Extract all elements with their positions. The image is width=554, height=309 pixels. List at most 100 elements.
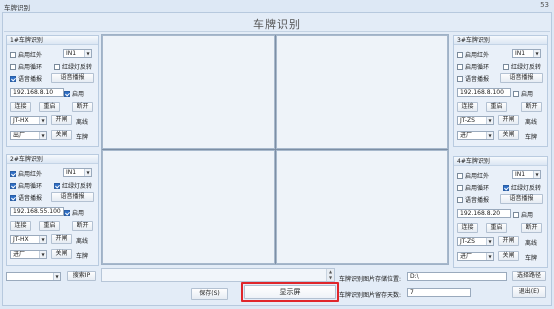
checkbox-icon[interactable] — [457, 172, 463, 179]
restart-button[interactable]: 重启 — [486, 102, 507, 112]
open-gate-button[interactable]: 开闸 — [51, 115, 72, 125]
close-gate-button[interactable]: 关闸 — [51, 130, 72, 140]
disconnect-button[interactable]: 断开 — [521, 102, 542, 112]
enable-checkbox[interactable]: 启用 — [513, 210, 533, 219]
chevron-down-icon[interactable]: ▼ — [84, 169, 91, 176]
restart-button[interactable]: 重启 — [39, 102, 60, 112]
status-scrollbar[interactable]: ▲ ▼ — [326, 269, 334, 281]
direction-select[interactable]: 进厂 ▼ — [457, 131, 494, 140]
voice-checkbox[interactable]: 语音播报 — [457, 195, 489, 204]
disconnect-button[interactable]: 断开 — [521, 223, 542, 233]
checkbox-icon[interactable] — [503, 63, 509, 70]
direction-select[interactable]: 进厂 ▼ — [457, 252, 494, 261]
ip-input[interactable]: 192.168.8.100 — [457, 88, 511, 97]
checkbox-icon[interactable] — [54, 182, 60, 189]
ip-input[interactable]: 192.168.8.10 — [10, 88, 64, 97]
close-gate-button[interactable]: 关闸 — [498, 130, 519, 140]
chevron-down-icon[interactable]: ▼ — [39, 251, 46, 258]
input-select[interactable]: IN1 ▼ — [63, 168, 92, 177]
checkbox-icon[interactable] — [10, 182, 16, 189]
exit-button[interactable]: 退出(E) — [512, 286, 546, 298]
chevron-down-icon[interactable]: ▼ — [533, 50, 540, 57]
status-log[interactable]: ▲ ▼ — [101, 268, 335, 282]
choose-path-button[interactable]: 选择路径 — [512, 271, 546, 281]
enable-checkbox[interactable]: 启用 — [64, 208, 84, 217]
voice-broadcast-button[interactable]: 语音播报 — [500, 194, 543, 204]
chevron-down-icon[interactable]: ▼ — [84, 50, 91, 57]
camera-model-select[interactable]: JT-ZS ▼ — [457, 237, 494, 246]
input-select[interactable]: IN1 ▼ — [512, 49, 541, 58]
storage-path-input[interactable]: D:\ — [407, 272, 507, 281]
chevron-down-icon[interactable]: ▼ — [39, 132, 46, 139]
enable-checkbox[interactable]: 启用 — [513, 89, 533, 98]
camera-model-select[interactable]: JT-HX ▼ — [10, 116, 47, 125]
loop-checkbox[interactable]: 启用循环 — [10, 62, 42, 71]
infrared-checkbox[interactable]: 启用红外 — [10, 169, 42, 178]
checkbox-icon[interactable] — [457, 196, 463, 203]
checkbox-icon[interactable] — [10, 63, 16, 70]
voice-checkbox[interactable]: 语音播报 — [10, 193, 42, 202]
voice-broadcast-button[interactable]: 语音播报 — [500, 73, 543, 83]
traffic-light-checkbox[interactable]: 红绿灯反转 — [503, 183, 541, 192]
checkbox-icon[interactable] — [457, 184, 463, 191]
search-ip-button[interactable]: 搜索IP — [67, 271, 96, 281]
checkbox-icon[interactable] — [54, 63, 60, 70]
checkbox-icon[interactable] — [64, 90, 70, 97]
chevron-down-icon[interactable]: ▼ — [486, 117, 493, 124]
checkbox-icon[interactable] — [503, 184, 509, 191]
chevron-down-icon[interactable]: ▼ — [39, 236, 46, 243]
connect-button[interactable]: 连接 — [457, 102, 478, 112]
chevron-down-icon[interactable]: ▼ — [39, 117, 46, 124]
voice-checkbox[interactable]: 语音播报 — [10, 74, 42, 83]
direction-select[interactable]: 出厂 ▼ — [10, 131, 47, 140]
checkbox-icon[interactable] — [513, 211, 519, 218]
search-ip-select[interactable]: ▼ — [6, 272, 61, 281]
open-gate-button[interactable]: 开闸 — [498, 115, 519, 125]
traffic-light-checkbox[interactable]: 红绿灯反转 — [503, 62, 541, 71]
close-gate-button[interactable]: 关闸 — [51, 249, 72, 259]
enable-checkbox[interactable]: 启用 — [64, 89, 84, 98]
open-gate-button[interactable]: 开闸 — [51, 234, 72, 244]
save-button[interactable]: 保存(S) — [191, 288, 228, 300]
chevron-down-icon[interactable]: ▼ — [486, 132, 493, 139]
voice-broadcast-button[interactable]: 语音播报 — [51, 192, 94, 202]
restart-button[interactable]: 重启 — [486, 223, 507, 233]
checkbox-icon[interactable] — [10, 51, 16, 58]
connect-button[interactable]: 连接 — [10, 102, 31, 112]
connect-button[interactable]: 连接 — [10, 221, 31, 231]
checkbox-icon[interactable] — [10, 75, 16, 82]
open-gate-button[interactable]: 开闸 — [498, 236, 519, 246]
scroll-down-icon[interactable]: ▼ — [327, 275, 334, 281]
disconnect-button[interactable]: 断开 — [72, 221, 93, 231]
ip-input[interactable]: 192.168.8.20 — [457, 209, 511, 218]
ip-input[interactable]: 192.168.55.100 — [10, 207, 64, 216]
camera-model-select[interactable]: JT-HX ▼ — [10, 235, 47, 244]
checkbox-icon[interactable] — [457, 63, 463, 70]
checkbox-icon[interactable] — [457, 75, 463, 82]
voice-checkbox[interactable]: 语音播报 — [457, 74, 489, 83]
checkbox-icon[interactable] — [64, 209, 70, 216]
loop-checkbox[interactable]: 启用循环 — [457, 62, 489, 71]
close-gate-button[interactable]: 关闸 — [498, 251, 519, 261]
checkbox-icon[interactable] — [10, 170, 16, 177]
traffic-light-checkbox[interactable]: 红绿灯反转 — [54, 181, 92, 190]
loop-checkbox[interactable]: 启用循环 — [10, 181, 42, 190]
infrared-checkbox[interactable]: 启用红外 — [457, 171, 489, 180]
camera-model-select[interactable]: JT-ZS ▼ — [457, 116, 494, 125]
checkbox-icon[interactable] — [457, 51, 463, 58]
checkbox-icon[interactable] — [10, 194, 16, 201]
disconnect-button[interactable]: 断开 — [72, 102, 93, 112]
voice-broadcast-button[interactable]: 语音播报 — [51, 73, 94, 83]
close-icon[interactable]: 53 — [540, 1, 549, 9]
loop-checkbox[interactable]: 启用循环 — [457, 183, 489, 192]
restart-button[interactable]: 重启 — [39, 221, 60, 231]
direction-select[interactable]: 进厂 ▼ — [10, 250, 47, 259]
input-select[interactable]: IN1 ▼ — [512, 170, 541, 179]
keep-days-input[interactable]: 7 — [407, 288, 471, 297]
chevron-down-icon[interactable]: ▼ — [486, 238, 493, 245]
connect-button[interactable]: 连接 — [457, 223, 478, 233]
chevron-down-icon[interactable]: ▼ — [53, 273, 60, 280]
checkbox-icon[interactable] — [513, 90, 519, 97]
input-select[interactable]: IN1 ▼ — [63, 49, 92, 58]
chevron-down-icon[interactable]: ▼ — [486, 253, 493, 260]
